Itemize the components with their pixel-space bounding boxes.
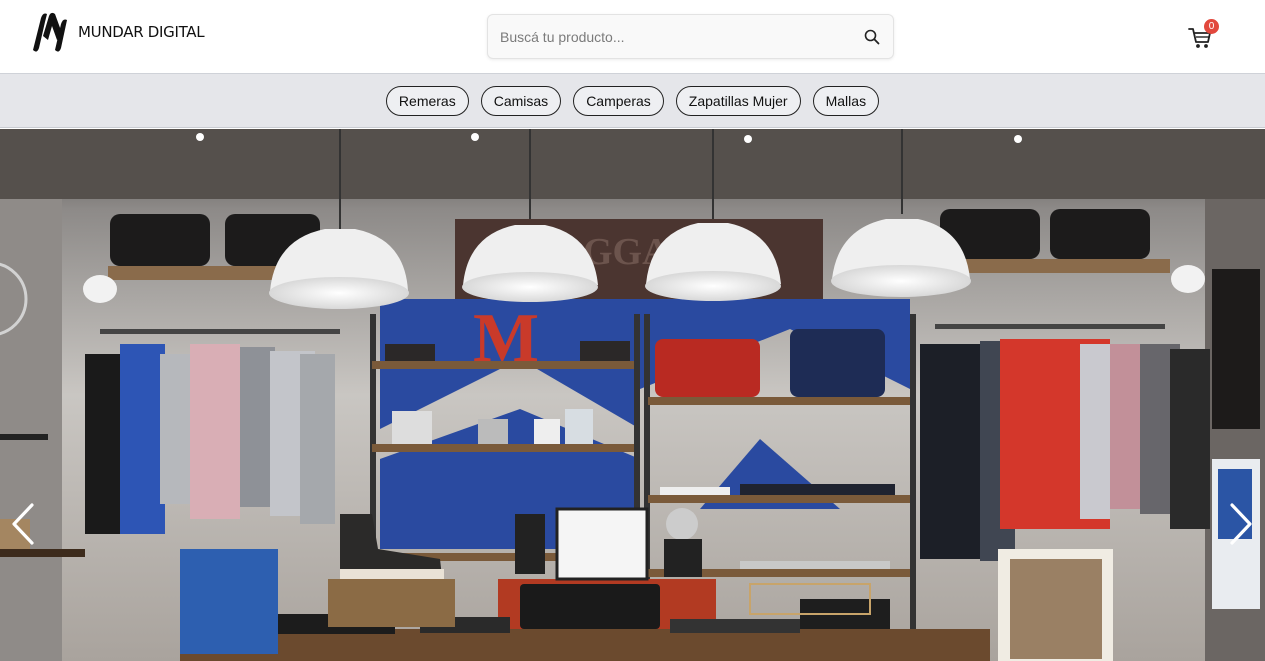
chevron-right-icon[interactable]: [1226, 499, 1256, 549]
hero-carousel: AGGAGE M: [0, 129, 1265, 661]
logo-mark-icon: [33, 12, 67, 52]
category-camisas[interactable]: Camisas: [480, 85, 562, 116]
category-zapatillas-mujer[interactable]: Zapatillas Mujer: [675, 85, 801, 116]
search-box: [487, 14, 894, 59]
category-remeras[interactable]: Remeras: [385, 85, 469, 116]
category-bar: Remeras Camisas Camperas Zapatillas Muje…: [0, 74, 1265, 128]
logo-text: MUNDAR DIGITAL: [78, 23, 205, 41]
chevron-left-icon[interactable]: [8, 499, 38, 549]
hero-image: AGGAGE M: [0, 129, 1265, 661]
search-icon[interactable]: [863, 28, 881, 46]
category-camperas[interactable]: Camperas: [573, 85, 664, 116]
site-header: MUNDAR DIGITAL 0: [0, 0, 1265, 74]
brand-logo[interactable]: MUNDAR DIGITAL: [30, 10, 205, 54]
cart-count-badge: 0: [1204, 19, 1219, 34]
search-input[interactable]: [488, 15, 848, 58]
category-mallas[interactable]: Mallas: [812, 85, 880, 116]
